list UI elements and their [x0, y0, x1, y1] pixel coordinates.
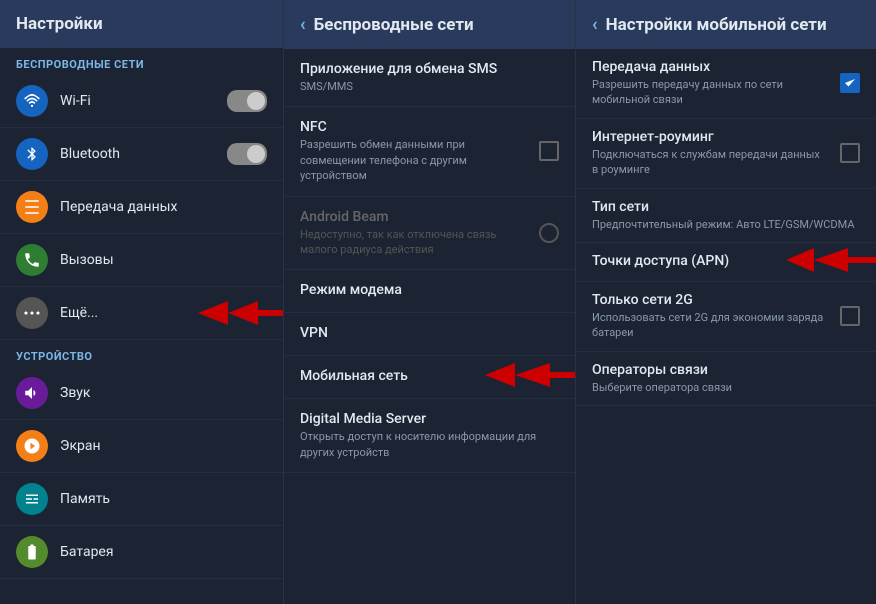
media-server-item[interactable]: Digital Media Server Открыть доступ к но…	[284, 399, 575, 473]
apn-red-arrow	[786, 246, 876, 278]
back-arrow-mobile: ‹	[592, 14, 598, 35]
modem-title: Режим модема	[300, 282, 559, 298]
2g-only-checkbox[interactable]	[840, 306, 860, 326]
mobile-settings-panel: ‹ Настройки мобильной сети Передача данн…	[576, 0, 876, 604]
display-label: Экран	[60, 438, 267, 454]
media-server-subtitle: Открыть доступ к носителю информации для…	[300, 429, 559, 460]
mobile-settings-title: Настройки мобильной сети	[606, 15, 827, 35]
wifi-label: Wi-Fi	[60, 93, 227, 109]
network-type-item[interactable]: Тип сети Предпочтительный режим: Авто LT…	[576, 189, 876, 243]
battery-item[interactable]: Батарея	[0, 526, 283, 579]
android-beam-subtitle: Недоступно, так как отключена связь мало…	[300, 227, 525, 258]
android-beam-title: Android Beam	[300, 209, 525, 225]
data-transfer-label: Передача данных	[60, 199, 267, 215]
wireless-header: ‹ Беспроводные сети	[284, 0, 575, 49]
display-item[interactable]: Экран	[0, 420, 283, 473]
bluetooth-label: Bluetooth	[60, 146, 227, 162]
data-transfer-right-item[interactable]: Передача данных Разрешить передачу данны…	[576, 49, 876, 119]
wifi-item[interactable]: Wi-Fi	[0, 75, 283, 128]
battery-label: Батарея	[60, 544, 267, 560]
roaming-subtitle: Подключаться к службам передачи данных в…	[592, 147, 826, 178]
modem-item[interactable]: Режим модема	[284, 270, 575, 313]
sms-subtitle: SMS/MMS	[300, 79, 559, 94]
2g-only-title: Только сети 2G	[592, 292, 826, 308]
calls-label: Вызовы	[60, 252, 267, 268]
2g-only-item[interactable]: Только сети 2G Использовать сети 2G для …	[576, 282, 876, 352]
sound-item[interactable]: Звук	[0, 367, 283, 420]
android-beam-item: Android Beam Недоступно, так как отключе…	[284, 197, 575, 271]
storage-icon	[16, 483, 48, 515]
data-transfer-checkbox[interactable]	[840, 73, 860, 93]
data-transfer-icon	[16, 191, 48, 223]
more-red-arrow	[198, 298, 284, 328]
wireless-section-label: БЕСПРОВОДНЫЕ СЕТИ	[0, 48, 283, 75]
calls-item[interactable]: Вызовы	[0, 234, 283, 287]
sound-label: Звук	[60, 385, 267, 401]
more-item[interactable]: ··· Ещё...	[0, 287, 283, 340]
vpn-title: VPN	[300, 325, 559, 341]
operators-title: Операторы связи	[592, 362, 860, 378]
bluetooth-icon	[16, 138, 48, 170]
vpn-item[interactable]: VPN	[284, 313, 575, 356]
more-icon: ···	[16, 297, 48, 329]
device-section-label: УСТРОЙСТВО	[0, 340, 283, 367]
settings-panel: Настройки БЕСПРОВОДНЫЕ СЕТИ Wi-Fi Blueto…	[0, 0, 284, 604]
apn-item[interactable]: Точки доступа (APN)	[576, 243, 876, 282]
back-arrow-wireless: ‹	[300, 14, 306, 35]
roaming-title: Интернет-роуминг	[592, 129, 826, 145]
calls-icon	[16, 244, 48, 276]
network-type-title: Тип сети	[592, 199, 860, 215]
roaming-checkbox[interactable]	[840, 143, 860, 163]
sms-title: Приложение для обмена SMS	[300, 61, 559, 77]
operators-item[interactable]: Операторы связи Выберите оператора связи	[576, 352, 876, 406]
network-type-subtitle: Предпочтительный режим: Авто LTE/GSM/WCD…	[592, 217, 860, 232]
settings-header: Настройки	[0, 0, 283, 48]
battery-icon	[16, 536, 48, 568]
nfc-title: NFC	[300, 119, 525, 135]
nfc-item[interactable]: NFC Разрешить обмен данными при совмещен…	[284, 107, 575, 196]
media-server-title: Digital Media Server	[300, 411, 559, 427]
wireless-networks-panel: ‹ Беспроводные сети Приложение для обмен…	[284, 0, 576, 604]
data-transfer-right-title: Передача данных	[592, 59, 826, 75]
sms-item[interactable]: Приложение для обмена SMS SMS/MMS	[284, 49, 575, 107]
wifi-icon	[16, 85, 48, 117]
sound-icon	[16, 377, 48, 409]
operators-subtitle: Выберите оператора связи	[592, 380, 860, 395]
bluetooth-item[interactable]: Bluetooth	[0, 128, 283, 181]
wifi-toggle[interactable]	[227, 90, 267, 112]
mobile-network-item[interactable]: Мобильная сеть	[284, 356, 575, 399]
mobile-settings-header: ‹ Настройки мобильной сети	[576, 0, 876, 49]
display-icon	[16, 430, 48, 462]
2g-only-subtitle: Использовать сети 2G для экономии заряда…	[592, 310, 826, 341]
android-beam-radio	[539, 223, 559, 243]
mobile-red-arrow	[485, 360, 576, 394]
storage-label: Память	[60, 491, 267, 507]
bluetooth-toggle[interactable]	[227, 143, 267, 165]
storage-item[interactable]: Память	[0, 473, 283, 526]
settings-title: Настройки	[16, 14, 103, 34]
nfc-checkbox[interactable]	[539, 141, 559, 161]
nfc-subtitle: Разрешить обмен данными при совмещении т…	[300, 137, 525, 183]
data-transfer-right-subtitle: Разрешить передачу данных по сети мобиль…	[592, 77, 826, 108]
roaming-item[interactable]: Интернет-роуминг Подключаться к службам …	[576, 119, 876, 189]
data-transfer-item[interactable]: Передача данных	[0, 181, 283, 234]
wireless-title: Беспроводные сети	[314, 15, 474, 35]
